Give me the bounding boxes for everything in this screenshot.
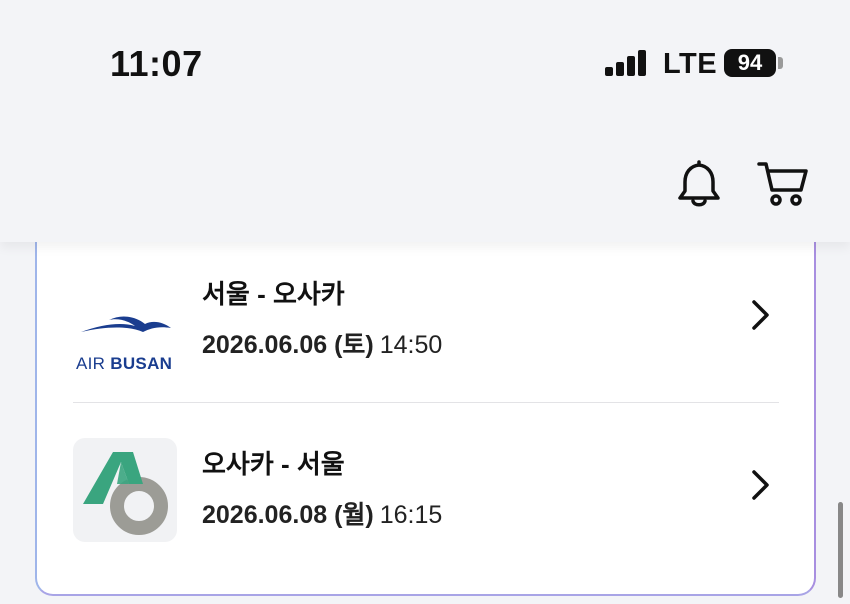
logo-text-prefix: AIR xyxy=(76,354,106,373)
airline-logo xyxy=(73,438,177,542)
signal-strength-icon xyxy=(605,50,647,76)
departure-date: 2026.06.06 (토) xyxy=(202,331,374,359)
departure-datetime: 2026.06.08 (월) 16:15 xyxy=(202,495,442,531)
network-type: LTE xyxy=(663,48,718,80)
flight-item-return[interactable]: 오사카 - 서울 2026.06.08 (월) 16:15 xyxy=(37,414,814,564)
route-label: 오사카 - 서울 xyxy=(202,449,345,479)
status-bar: 11:07 LTE 94 xyxy=(0,0,850,110)
battery-level: 94 xyxy=(724,49,776,77)
departure-datetime: 2026.06.06 (토) 14:50 xyxy=(202,325,442,361)
chevron-right-icon[interactable] xyxy=(747,468,773,502)
app-header: 11:07 LTE 94 xyxy=(0,0,850,242)
departure-time: 16:15 xyxy=(379,501,443,529)
flight-card: AIR BUSAN 서울 - 오사카 2026.06.06 (토) 14:50 오… xyxy=(35,200,816,596)
route-label: 서울 - 오사카 xyxy=(202,279,345,309)
chevron-right-icon[interactable] xyxy=(747,298,773,332)
departure-date: 2026.06.08 (월) xyxy=(202,501,374,529)
battery-cap xyxy=(778,57,783,69)
status-time: 11:07 xyxy=(110,43,203,84)
bell-icon xyxy=(678,160,720,207)
cart-button[interactable] xyxy=(756,158,810,210)
screen: 11:07 LTE 94 AIR BUSAN 서울 - 오사카 2026.06.… xyxy=(0,0,850,604)
flight-item-outbound[interactable]: AIR BUSAN 서울 - 오사카 2026.06.06 (토) 14:50 xyxy=(37,244,814,394)
airline-a-logo-icon xyxy=(83,452,168,535)
airbusan-logo-text: AIR BUSAN xyxy=(76,354,172,374)
notifications-button[interactable] xyxy=(674,158,724,210)
divider xyxy=(73,402,779,403)
cart-icon xyxy=(757,162,808,206)
departure-time: 14:50 xyxy=(379,331,443,359)
scrollbar[interactable] xyxy=(838,502,843,598)
logo-text-main: BUSAN xyxy=(110,354,173,373)
